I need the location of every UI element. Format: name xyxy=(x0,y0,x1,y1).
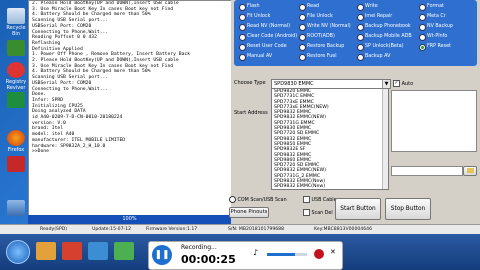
scan-del-checkbox[interactable]: Scan Del xyxy=(303,209,333,216)
option-write-nv[interactable]: Write NV (Normal) xyxy=(298,22,351,31)
chip-type-value: SPD9830 EMMC xyxy=(274,81,314,87)
firefox-icon xyxy=(7,130,25,146)
scan-del-label: Scan Del xyxy=(311,211,333,216)
start-address-label: Start Address xyxy=(234,110,268,116)
registry-reviver-icon xyxy=(7,62,25,78)
recording-title: Recording... xyxy=(181,244,217,251)
option-manual-av[interactable]: Manual AV xyxy=(238,52,272,61)
computer-icon xyxy=(7,200,25,216)
option-nv-backup[interactable]: NV Backup xyxy=(418,22,453,31)
taskbar-app-icon[interactable] xyxy=(114,242,134,260)
right-input-2[interactable] xyxy=(391,166,463,176)
tool-panel: Flash Read Write Format Fit Unlock File … xyxy=(229,0,480,224)
taskbar-app-icon[interactable] xyxy=(36,242,56,260)
option-read[interactable]: Read xyxy=(298,2,319,11)
recycle-bin-icon xyxy=(7,8,25,24)
option-write[interactable]: Write xyxy=(356,2,378,11)
browse-button[interactable] xyxy=(463,166,477,176)
desktop-icon-app[interactable] xyxy=(2,40,30,57)
phone-pinouts-button[interactable]: Phone Pinouts xyxy=(229,207,269,218)
start-orb-icon[interactable] xyxy=(6,240,30,264)
desktop-icon-registry-reviver[interactable]: Registry Reviver xyxy=(2,62,30,91)
scan-mode-label: COM Scan/USB Scan xyxy=(237,198,287,203)
progress-label: 100% xyxy=(122,216,137,222)
function-group: Flash Read Write Format Fit Unlock File … xyxy=(234,0,477,66)
pause-icon: ❚❚ xyxy=(154,250,170,260)
mic-icon[interactable]: ♪ xyxy=(253,248,258,257)
volume-level xyxy=(267,253,295,256)
desktop-icon-label: Registry Reviver xyxy=(5,79,27,91)
recording-widget: ❚❚ Recording... 00:00:25 ♪ ✕ xyxy=(148,241,343,270)
option-reset-user-code[interactable]: Reset User Code xyxy=(238,42,287,51)
option-file-unlock[interactable]: File Unlock xyxy=(298,12,333,21)
console-log[interactable]: 2. Please Hold BootKey(UP and DOWN),Inse… xyxy=(28,0,232,220)
chevron-down-icon[interactable]: ▼ xyxy=(382,80,390,88)
desktop-icon-recycle-bin[interactable]: Recycle Bin xyxy=(2,8,30,37)
start-button[interactable]: Start Button xyxy=(335,198,381,220)
checkbox-icon: ✓ xyxy=(393,80,400,87)
option-clear-code[interactable]: Clear Code (Android) xyxy=(238,32,297,41)
taskbar-app-icon[interactable] xyxy=(62,242,82,260)
auto-label: Auto xyxy=(401,81,414,87)
volume-slider[interactable] xyxy=(267,253,307,256)
option-flash[interactable]: Flash xyxy=(238,2,260,11)
pause-button[interactable]: ❚❚ xyxy=(152,245,172,265)
right-input-1[interactable] xyxy=(391,90,477,152)
checkbox-icon xyxy=(303,196,310,203)
stop-button[interactable]: Stop Button xyxy=(385,198,431,220)
desktop-icon-computer[interactable] xyxy=(2,200,30,217)
option-root-adb[interactable]: ROOT(ADB) xyxy=(298,32,335,41)
dropdown-scrollbar[interactable] xyxy=(382,89,388,189)
checkbox-icon xyxy=(303,209,310,216)
option-format[interactable]: Format xyxy=(418,2,444,11)
option-backup-av[interactable]: Backup AV xyxy=(356,52,390,61)
option-frp-unlock[interactable]: Fit Unlock xyxy=(238,12,270,21)
option-backup-mobile-adb[interactable]: Backup Mobile ADB xyxy=(356,32,412,41)
option-wt-pinfo[interactable]: Wt-PInfo xyxy=(418,32,447,41)
app-icon xyxy=(7,40,25,56)
app-icon xyxy=(7,92,25,108)
usb-cable-checkbox[interactable]: USB Cable xyxy=(303,196,337,203)
radio-icon xyxy=(229,196,236,203)
option-imei-repair[interactable]: Imei Repair xyxy=(356,12,392,21)
desktop-icon-label: Firefox xyxy=(7,147,25,153)
record-dot-button[interactable] xyxy=(314,249,324,259)
desktop-icon-red[interactable] xyxy=(2,156,30,173)
chip-type-dropdown[interactable]: SPD9820 EMMC SPD7731C EMMC SPD773xE EMMC SP… xyxy=(271,88,389,190)
option-restore-backup[interactable]: Restore Backup xyxy=(298,42,344,51)
desktop-icon-firefox[interactable]: Firefox xyxy=(2,130,30,153)
taskbar-app-icon[interactable] xyxy=(88,242,108,260)
progress-bar: 100% xyxy=(28,215,231,224)
option-sp-unlock[interactable]: SP Unlock(Beta) xyxy=(356,42,404,51)
option-restore-fuel[interactable]: Restore Fuel xyxy=(298,52,337,61)
close-icon[interactable]: ✕ xyxy=(330,248,336,256)
desktop-icon-green[interactable] xyxy=(2,92,30,109)
option-read-nv[interactable]: Read NV (Normal) xyxy=(238,22,290,31)
choose-type-label: Choose Type xyxy=(234,80,266,86)
option-frp-reset[interactable]: FRP Reset xyxy=(418,42,451,51)
recording-time: 00:00:25 xyxy=(181,253,236,266)
log-line: >>Done xyxy=(32,149,49,155)
option-backup-phonebook[interactable]: Backup Phonebook xyxy=(356,22,411,31)
usb-cable-label: USB Cable xyxy=(311,198,337,203)
option-meta-cr[interactable]: Meta Cr xyxy=(418,12,446,21)
folder-icon xyxy=(466,168,474,173)
scan-mode-radio[interactable]: COM Scan/USB Scan xyxy=(229,196,287,203)
desktop-icon-label: Recycle Bin xyxy=(6,25,26,37)
app-icon xyxy=(7,156,25,172)
auto-checkbox[interactable]: ✓ Auto xyxy=(393,80,413,87)
